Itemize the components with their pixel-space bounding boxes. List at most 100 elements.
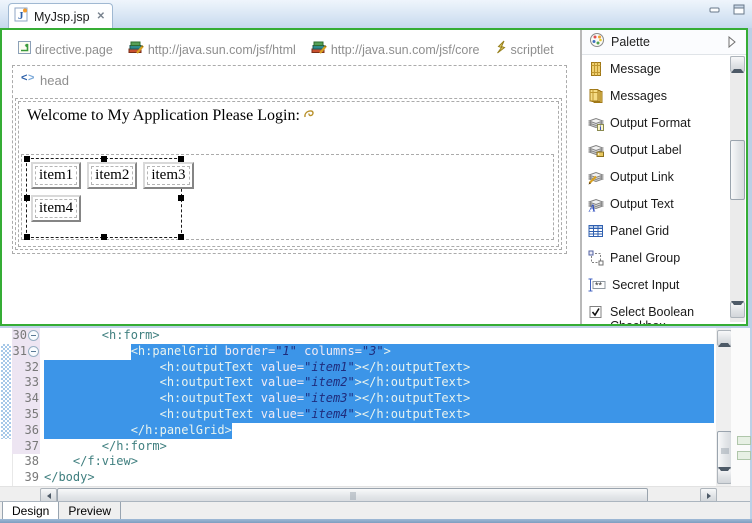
taglib-item-label: scriptlet (511, 43, 554, 57)
grid-cell-item4[interactable]: item4 (31, 195, 81, 222)
annotation-marker[interactable] (737, 436, 751, 445)
scrollbar-thumb[interactable] (730, 140, 745, 200)
palette-item-message[interactable]: Message (588, 58, 728, 85)
scroll-up-button[interactable] (730, 56, 745, 72)
grid-cell-item1[interactable]: item1 (31, 162, 81, 189)
grid-cell-item2[interactable]: item2 (87, 162, 137, 189)
editor-tab-bar: J MyJsp.jsp ✕ (0, 0, 752, 28)
message-icon (588, 61, 604, 82)
maximize-icon[interactable] (732, 3, 746, 22)
source-line-34[interactable]: <h:outputText value="item3"></h:outputTe… (44, 391, 714, 407)
html-tag-icon: <> (21, 71, 35, 89)
source-line-31[interactable]: <h:panelGrid border="1" columns="3"> (44, 344, 714, 360)
palette-item-label: Panel Grid (610, 223, 669, 238)
taglib-icon (128, 40, 144, 59)
palette-header[interactable]: Palette (582, 30, 746, 55)
overview-ruler[interactable] (731, 328, 750, 486)
source-line-36[interactable]: </h:panelGrid> (44, 423, 714, 439)
editor-tab-title: MyJsp.jsp (34, 10, 90, 24)
fold-collapse-icon[interactable] (28, 346, 39, 357)
palette-item-output-format[interactable]: iOutput Format (588, 112, 728, 139)
source-line-38[interactable]: </f:view> (44, 454, 714, 470)
source-horizontal-scrollbar[interactable] (0, 486, 750, 502)
line-number-32[interactable]: 32 (12, 360, 40, 376)
grid-cell-item3[interactable]: item3 (143, 162, 193, 189)
svg-text:>: > (28, 72, 34, 84)
line-number-36[interactable]: 36 (12, 423, 40, 439)
tab-preview[interactable]: Preview (59, 502, 121, 520)
selection-handle[interactable] (24, 234, 30, 240)
line-number-30[interactable]: 30 (12, 328, 40, 344)
scroll-down-button[interactable] (717, 468, 732, 484)
source-line-30[interactable]: <h:form> (44, 328, 714, 344)
table-row: item4 (31, 195, 194, 222)
annotation-marker[interactable] (737, 451, 751, 460)
line-number-35[interactable]: 35 (12, 407, 40, 423)
line-number-34[interactable]: 34 (12, 391, 40, 407)
messages-icon (588, 88, 604, 109)
source-editor[interactable]: 30313233343536373839 <h:form> <h:panelGr… (0, 328, 750, 486)
palette-item-output-label[interactable]: Output Label (588, 139, 728, 166)
source-line-35[interactable]: <h:outputText value="item4"></h:outputTe… (44, 407, 714, 423)
scroll-up-button[interactable] (717, 330, 732, 346)
palette-item-panel-group[interactable]: Panel Group (588, 247, 728, 274)
line-number-37[interactable]: 37 (12, 439, 40, 455)
source-vertical-scrollbar[interactable] (716, 328, 731, 486)
fold-collapse-icon[interactable] (28, 330, 39, 341)
palette-item-select-boolean-checkbox[interactable]: Select Boolean Checkbox (588, 301, 728, 324)
taglib-icon (311, 40, 327, 59)
source-line-33[interactable]: <h:outputText value="item2"></h:outputTe… (44, 375, 714, 391)
palette-panel: Palette MessageMessagesiOutput Format Out… (582, 30, 746, 324)
palette-item-output-link[interactable]: Output Link (588, 166, 728, 193)
minimize-icon[interactable] (708, 3, 722, 22)
line-number-31[interactable]: 31 (12, 344, 40, 360)
source-line-37[interactable]: </h:form> (44, 439, 714, 455)
line-number-ruler[interactable]: 30313233343536373839 (12, 328, 40, 486)
panelgrid-table[interactable]: item1item2item3 item4 (31, 162, 194, 228)
code-text-area[interactable]: <h:form> <h:panelGrid border="1" columns… (40, 328, 714, 486)
editor-tab-myjsp[interactable]: J MyJsp.jsp ✕ (8, 3, 113, 29)
svg-text:A: A (588, 204, 596, 213)
close-icon[interactable]: ✕ (97, 11, 105, 22)
line-number-39[interactable]: 39 (12, 470, 40, 486)
taglib-item-label: directive.page (35, 43, 113, 57)
line-number-33[interactable]: 33 (12, 375, 40, 391)
scrollbar-thumb[interactable] (717, 431, 732, 470)
line-number-38[interactable]: 38 (12, 454, 40, 470)
taglib-item-http-java-sun-com-jsf-core[interactable]: http://java.sun.com/jsf/core (311, 40, 480, 59)
design-editor-area: directive.page http://java.sun.com/jsf/ht… (0, 28, 748, 326)
source-line-32[interactable]: <h:outputText value="item1"></h:outputTe… (44, 360, 714, 376)
output-text-icon: A (588, 196, 604, 217)
taglib-item-directive-page[interactable]: directive.page (18, 41, 113, 59)
table-row: item1item2item3 (31, 162, 194, 189)
form-element-box[interactable]: Welcome to My Application Please Login: (18, 101, 559, 247)
scroll-down-button[interactable] (730, 302, 745, 318)
page-element-box[interactable]: <> head Welcome to My Application Please… (12, 65, 567, 254)
palette-scrollbar[interactable] (730, 56, 745, 322)
head-element[interactable]: <> head (21, 71, 69, 89)
palette-item-label: Output Label (610, 142, 682, 157)
el-expression-icon (303, 106, 316, 125)
selection-handle[interactable] (24, 156, 30, 162)
body-element-box[interactable]: Welcome to My Application Please Login: (15, 98, 562, 250)
panelgrid-container-box[interactable]: item1item2item3 item4 (21, 154, 554, 240)
design-canvas[interactable]: directive.page http://java.sun.com/jsf/ht… (2, 30, 580, 324)
palette-item-secret-input[interactable]: **Secret Input (588, 274, 728, 301)
palette-item-panel-grid[interactable]: Panel Grid (588, 220, 728, 247)
palette-item-output-text[interactable]: AOutput Text (588, 193, 728, 220)
palette-title: Palette (611, 35, 650, 49)
palette-item-messages[interactable]: Messages (588, 85, 728, 112)
selection-handle[interactable] (101, 234, 107, 240)
source-line-39[interactable]: </body> (44, 470, 714, 486)
taglib-item-http-java-sun-com-jsf-html[interactable]: http://java.sun.com/jsf/html (128, 40, 296, 59)
selection-handle[interactable] (178, 234, 184, 240)
taglib-item-label: http://java.sun.com/jsf/html (148, 43, 296, 57)
svg-text:i: i (600, 125, 602, 131)
selection-handle[interactable] (24, 195, 30, 201)
palette-expand-icon[interactable] (726, 35, 738, 54)
taglib-item-scriptlet[interactable]: scriptlet (495, 40, 554, 59)
welcome-text[interactable]: Welcome to My Application Please Login: (27, 106, 316, 125)
tab-design[interactable]: Design (2, 502, 59, 520)
editor-mode-tabs: Design Preview (0, 501, 750, 520)
secret-input-icon: ** (588, 277, 606, 298)
